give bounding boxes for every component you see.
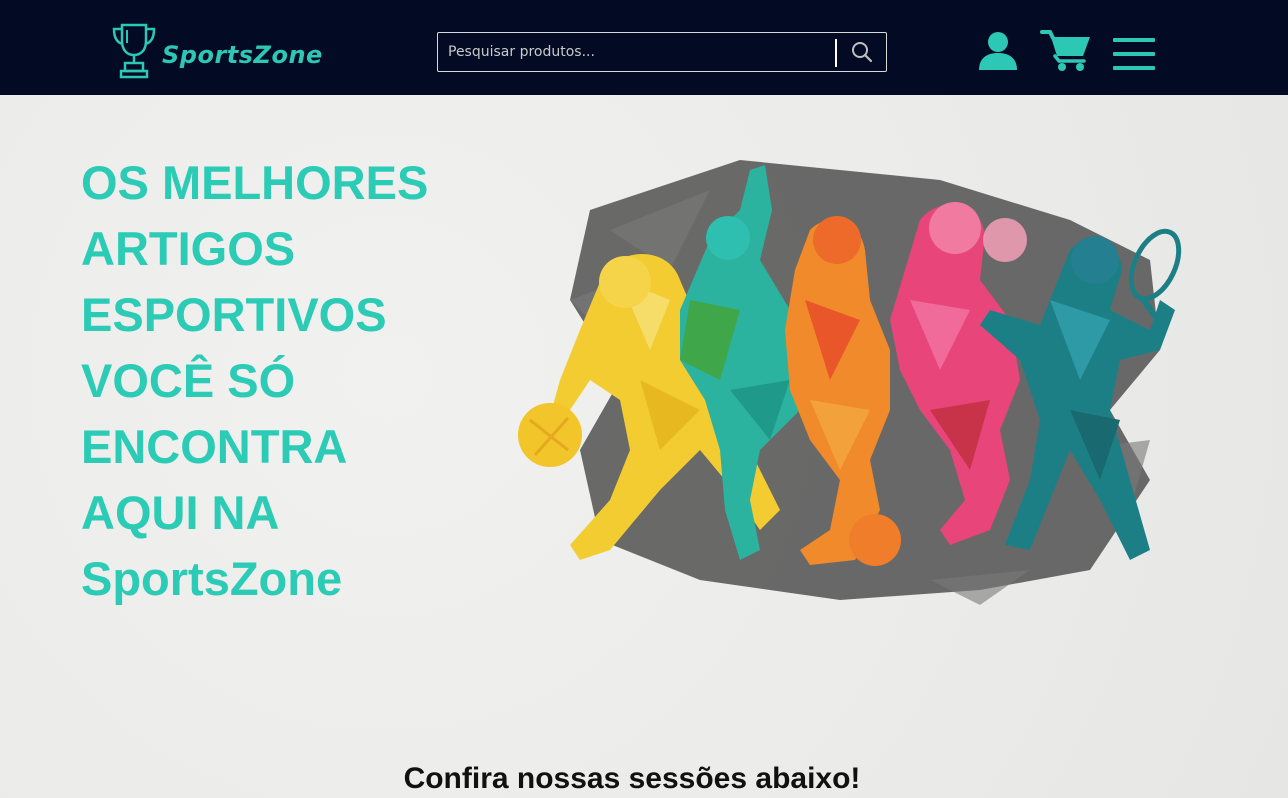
search-bar: [437, 32, 887, 72]
hero-title-line: ARTIGOS: [81, 222, 296, 275]
hero-title-line: SportsZone: [81, 552, 343, 605]
hamburger-menu-icon: [1113, 38, 1155, 70]
cart-button[interactable]: [1040, 28, 1092, 72]
hero-title-line: ENCONTRA: [81, 420, 348, 473]
trophy-icon: [112, 23, 156, 79]
hero-title-line: OS MELHORES: [81, 156, 429, 209]
sections-heading: Confira nossas sessões abaixo!: [403, 762, 861, 795]
search-icon: [852, 42, 873, 63]
search-button[interactable]: [848, 39, 876, 65]
cart-icon: [1040, 30, 1090, 71]
athletes-illustration: [510, 150, 1190, 610]
site-header: SportsZone: [0, 0, 1288, 95]
user-icon: [979, 32, 1017, 70]
hero-title-line: ESPORTIVOS: [81, 288, 387, 341]
brand-name: SportsZone: [162, 41, 323, 69]
search-divider: [835, 39, 837, 67]
hero-title-line: AQUI NA: [81, 486, 280, 539]
hero-title: OS MELHORES ARTIGOS ESPORTIVOS VOCÊ SÓ E…: [81, 150, 521, 612]
account-button[interactable]: [977, 30, 1019, 70]
brand-logo[interactable]: SportsZone: [110, 20, 350, 80]
menu-button[interactable]: [1113, 36, 1155, 72]
search-input[interactable]: [438, 33, 834, 71]
hero-title-line: VOCÊ SÓ: [81, 354, 296, 407]
athletes-illustration-graphic: [518, 160, 1182, 605]
